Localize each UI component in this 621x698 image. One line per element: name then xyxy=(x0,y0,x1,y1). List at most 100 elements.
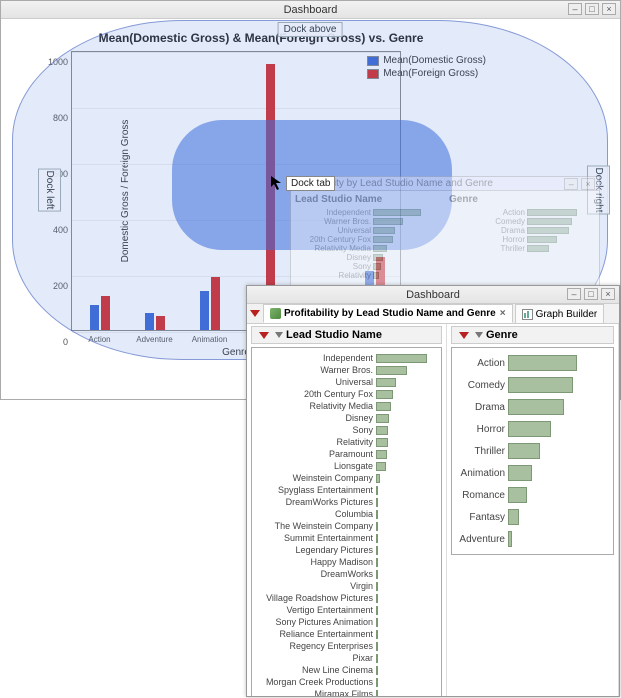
titlebar[interactable]: Dashboard – □ × xyxy=(247,286,619,304)
bar[interactable] xyxy=(376,654,378,663)
bar[interactable] xyxy=(376,570,378,579)
list-item[interactable]: Sony xyxy=(252,424,439,436)
list-item[interactable]: Romance xyxy=(452,484,611,506)
list-item[interactable]: Miramax Films xyxy=(252,688,439,696)
bar[interactable] xyxy=(156,316,165,330)
bar[interactable] xyxy=(376,690,378,697)
maximize-icon[interactable]: □ xyxy=(585,3,599,15)
bar[interactable] xyxy=(376,546,378,555)
options-icon[interactable] xyxy=(275,332,283,338)
minimize-icon[interactable]: – xyxy=(567,288,581,300)
bar[interactable] xyxy=(200,291,209,330)
dock-tab-label[interactable]: Dock tab xyxy=(286,176,335,191)
list-item[interactable]: Independent xyxy=(252,352,439,364)
close-tab-icon[interactable]: × xyxy=(500,308,506,319)
bar[interactable] xyxy=(376,606,378,615)
bar[interactable] xyxy=(508,421,551,437)
tab-graph-builder[interactable]: Graph Builder xyxy=(515,304,605,323)
bar[interactable] xyxy=(508,443,540,459)
list-item[interactable]: DreamWorks xyxy=(252,568,439,580)
list-item[interactable]: Relativity Media xyxy=(252,400,439,412)
list-item[interactable]: Paramount xyxy=(252,448,439,460)
list-item[interactable]: Vertigo Entertainment xyxy=(252,604,439,616)
bar[interactable] xyxy=(376,522,378,531)
list-item[interactable]: Fantasy xyxy=(452,506,611,528)
titlebar[interactable]: Dashboard – □ × xyxy=(1,1,620,19)
bar[interactable] xyxy=(101,296,110,330)
list-item[interactable]: Thriller xyxy=(452,440,611,462)
list-item[interactable]: Pixar xyxy=(252,652,439,664)
list-item[interactable]: Comedy xyxy=(452,374,611,396)
close-icon[interactable]: × xyxy=(602,3,616,15)
list-item[interactable]: 20th Century Fox xyxy=(252,388,439,400)
bar[interactable] xyxy=(376,390,393,399)
list-item[interactable]: Animation xyxy=(452,462,611,484)
list-item[interactable]: Universal xyxy=(252,376,439,388)
bar[interactable] xyxy=(376,450,387,459)
list-item[interactable]: Disney xyxy=(252,412,439,424)
genre-bar-chart[interactable]: ActionComedyDramaHorrorThrillerAnimation… xyxy=(451,347,614,555)
list-item[interactable]: Relativity xyxy=(252,436,439,448)
list-item[interactable]: Adventure xyxy=(452,528,611,550)
list-item[interactable]: Regency Enterprises xyxy=(252,640,439,652)
list-item[interactable]: Legendary Pictures xyxy=(252,544,439,556)
tab-profitability[interactable]: Profitability by Lead Studio Name and Ge… xyxy=(263,304,513,323)
bar[interactable] xyxy=(90,305,99,330)
list-item[interactable]: Village Roadshow Pictures xyxy=(252,592,439,604)
bar[interactable] xyxy=(376,438,388,447)
list-item[interactable]: Summit Entertainment xyxy=(252,532,439,544)
bar[interactable] xyxy=(376,618,378,627)
bar[interactable] xyxy=(376,510,378,519)
close-icon[interactable]: × xyxy=(601,288,615,300)
bar[interactable] xyxy=(376,642,378,651)
minimize-icon[interactable]: – xyxy=(568,3,582,15)
bar[interactable] xyxy=(376,594,378,603)
bar[interactable] xyxy=(508,355,577,371)
bar[interactable] xyxy=(376,474,380,483)
disclosure-icon[interactable] xyxy=(459,332,469,339)
list-item[interactable]: Weinstein Company xyxy=(252,472,439,484)
bar[interactable] xyxy=(376,414,389,423)
bar[interactable] xyxy=(508,399,564,415)
bar[interactable] xyxy=(376,486,378,495)
bar[interactable] xyxy=(376,630,378,639)
bar[interactable] xyxy=(508,531,512,547)
list-item[interactable]: Virgin xyxy=(252,580,439,592)
bar[interactable] xyxy=(376,462,386,471)
list-item[interactable]: Lionsgate xyxy=(252,460,439,472)
bar[interactable] xyxy=(508,465,532,481)
bar[interactable] xyxy=(376,582,378,591)
bar[interactable] xyxy=(376,558,378,567)
bar[interactable] xyxy=(376,666,378,675)
bar[interactable] xyxy=(508,377,573,393)
bar[interactable] xyxy=(376,678,378,687)
studio-bar-chart[interactable]: IndependentWarner Bros.Universal20th Cen… xyxy=(251,347,442,696)
list-item[interactable]: Drama xyxy=(452,396,611,418)
maximize-icon[interactable]: □ xyxy=(584,288,598,300)
bar[interactable] xyxy=(508,487,527,503)
bar[interactable] xyxy=(376,402,391,411)
disclosure-icon[interactable] xyxy=(250,310,260,317)
panel-header[interactable]: Genre xyxy=(451,326,614,344)
panel-header[interactable]: Lead Studio Name xyxy=(251,326,442,344)
bar[interactable] xyxy=(376,366,407,375)
list-item[interactable]: Columbia xyxy=(252,508,439,520)
minimize-icon[interactable]: – xyxy=(564,178,578,190)
bar[interactable] xyxy=(508,509,519,525)
list-item[interactable]: Action xyxy=(452,352,611,374)
bar[interactable] xyxy=(376,426,388,435)
disclosure-icon[interactable] xyxy=(259,332,269,339)
list-item[interactable]: Horror xyxy=(452,418,611,440)
bar[interactable] xyxy=(376,498,378,507)
bar[interactable] xyxy=(145,313,154,330)
options-icon[interactable] xyxy=(475,332,483,338)
list-item[interactable]: Happy Madison xyxy=(252,556,439,568)
list-item[interactable]: Sony Pictures Animation xyxy=(252,616,439,628)
bar[interactable] xyxy=(376,354,427,363)
close-icon[interactable]: × xyxy=(581,178,595,190)
list-item[interactable]: Warner Bros. xyxy=(252,364,439,376)
bar[interactable] xyxy=(376,534,378,543)
list-item[interactable]: DreamWorks Pictures xyxy=(252,496,439,508)
list-item[interactable]: Spyglass Entertainment xyxy=(252,484,439,496)
list-item[interactable]: The Weinstein Company xyxy=(252,520,439,532)
